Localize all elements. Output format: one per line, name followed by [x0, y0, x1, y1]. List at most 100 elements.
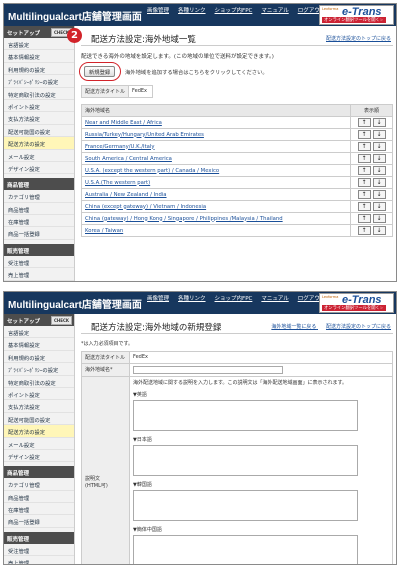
- new-register-note: 海外地域を追加する場合はこちらをクリックしてください。: [125, 70, 268, 76]
- lang-label-english: ▼英語: [133, 392, 147, 398]
- move-up-button[interactable]: ↑: [357, 226, 371, 235]
- move-up-button[interactable]: ↑: [357, 214, 371, 223]
- sidebar-item-design[interactable]: デザイン設定: [4, 450, 74, 463]
- region-name-link[interactable]: China (except gateway) / Vietnam / Indon…: [81, 200, 351, 213]
- region-name-link[interactable]: Australia / New Zealand / India: [81, 188, 351, 201]
- move-down-button[interactable]: ↓: [372, 142, 386, 151]
- order-controls: ↑ ↓: [350, 188, 393, 201]
- sidebar-item-ship-countries[interactable]: 配送可能国の設定: [4, 125, 74, 138]
- sidebar-item-payment[interactable]: 支払方法設定: [4, 400, 74, 413]
- region-name-link[interactable]: Korea / Taiwan: [81, 224, 351, 237]
- sidebar-item-language[interactable]: 言語設定: [4, 38, 74, 51]
- nav-shop-fpc[interactable]: ショップ内FPC: [215, 6, 253, 14]
- nav-shop-fpc-2[interactable]: ショップ内FPC: [215, 294, 253, 302]
- region-name-link[interactable]: U.S.A. (except the western part) / Canad…: [81, 164, 351, 177]
- app-header-2: Multilingualcart店舗管理画面 画像管理 各種リンク ショップ内F…: [4, 292, 396, 314]
- sidebar-item-mail[interactable]: メール設定: [4, 150, 74, 162]
- move-up-button[interactable]: ↑: [357, 202, 371, 211]
- sidebar-section-products: 商品管理: [4, 466, 74, 479]
- move-down-button[interactable]: ↓: [372, 214, 386, 223]
- move-down-button[interactable]: ↓: [372, 178, 386, 187]
- region-name-link[interactable]: Near and Middle East / Africa: [81, 116, 351, 129]
- description-japanese-textarea[interactable]: [133, 445, 359, 476]
- region-name-link[interactable]: France/Germany/U.K./Italy: [81, 140, 351, 153]
- nav-manual[interactable]: マニュアル: [261, 6, 288, 14]
- move-up-button[interactable]: ↑: [357, 154, 371, 163]
- sidebar-item-terms[interactable]: 利用規約の設定: [4, 351, 74, 364]
- move-up-button[interactable]: ↑: [357, 118, 371, 127]
- etrans-banner-2[interactable]: Lexforma e-Trans オンライン翻訳ツールを開く☞: [319, 293, 394, 313]
- sidebar-item-sales[interactable]: 売上管理: [4, 556, 74, 564]
- order-controls: ↑ ↓: [350, 128, 393, 141]
- move-down-button[interactable]: ↓: [372, 226, 386, 235]
- back-to-list-link[interactable]: 海外地域一覧に戻る: [271, 324, 316, 330]
- sidebar-item-language[interactable]: 言語設定: [4, 326, 74, 339]
- region-name-cell: [129, 363, 393, 377]
- sidebar-item-ship-countries[interactable]: 配送可能国の設定: [4, 413, 74, 426]
- region-name-link[interactable]: Russia/Turkey/Hungary/United Arab Emirat…: [81, 128, 351, 141]
- table-row: U.S.A. (except the western part) / Canad…: [81, 164, 393, 177]
- move-down-button[interactable]: ↓: [372, 202, 386, 211]
- sidebar-item-products[interactable]: 商品管理: [4, 491, 74, 504]
- sidebar-item-commerce-law[interactable]: 特定商取引法の設定: [4, 88, 74, 100]
- sidebar-item-points[interactable]: ポイント設定: [4, 100, 74, 113]
- table-row: Australia / New Zealand / India ↑ ↓: [81, 188, 393, 201]
- sidebar-item-bulk-register[interactable]: 商品一括登録: [4, 227, 74, 240]
- sidebar-item-stock[interactable]: 在庫管理: [4, 215, 74, 228]
- nav-image-manage[interactable]: 画像管理: [147, 6, 169, 14]
- sidebar-item-stock[interactable]: 在庫管理: [4, 503, 74, 516]
- sidebar-item-sales[interactable]: 売上管理: [4, 268, 74, 281]
- sidebar-item-payment[interactable]: 支払方法設定: [4, 112, 74, 125]
- nav-links[interactable]: 各種リンク: [178, 6, 206, 14]
- nav-image-manage-2[interactable]: 画像管理: [147, 294, 169, 302]
- sidebar-item-mail[interactable]: メール設定: [4, 438, 74, 450]
- back-to-top-link-2[interactable]: 配送方法設定のトップに戻る: [326, 324, 391, 330]
- sidebar-item-orders[interactable]: 受注管理: [4, 544, 74, 557]
- region-name-link[interactable]: China (gateway) / Hong Kong / Singapore …: [81, 212, 351, 225]
- region-name-link[interactable]: South America / Central America: [81, 152, 351, 165]
- sidebar-item-shipping-method[interactable]: 配送方法の設定: [4, 425, 74, 438]
- back-to-top-link[interactable]: 配送方法設定のトップに戻る: [326, 36, 391, 42]
- sidebar-item-category[interactable]: カテゴリ管理: [4, 190, 74, 203]
- move-down-button[interactable]: ↓: [372, 130, 386, 139]
- description-english-textarea[interactable]: [133, 400, 359, 431]
- description-korean-textarea[interactable]: [133, 490, 359, 521]
- move-down-button[interactable]: ↓: [372, 166, 386, 175]
- sidebar-item-commerce-law[interactable]: 特定商取引法の設定: [4, 376, 74, 388]
- move-down-button[interactable]: ↓: [372, 190, 386, 199]
- region-name-link[interactable]: U.S.A.(The western part): [81, 176, 351, 189]
- move-up-button[interactable]: ↑: [357, 178, 371, 187]
- etrans-open-link-2[interactable]: オンライン翻訳ツールを開く☞: [322, 305, 386, 311]
- sidebar-item-basic-info[interactable]: 基本情報設定: [4, 50, 74, 63]
- etrans-open-link[interactable]: オンライン翻訳ツールを開く☞: [322, 17, 386, 23]
- app-logo[interactable]: Multilingualcart店舗管理画面: [8, 8, 142, 23]
- nav-manual-2[interactable]: マニュアル: [261, 294, 288, 302]
- move-up-button[interactable]: ↑: [357, 166, 371, 175]
- new-register-button[interactable]: 新規登録: [84, 66, 116, 77]
- etrans-banner[interactable]: Lexforma e-Trans オンライン翻訳ツールを開く☞: [319, 5, 394, 25]
- move-down-button[interactable]: ↓: [372, 118, 386, 127]
- move-up-button[interactable]: ↑: [357, 130, 371, 139]
- sidebar-item-terms[interactable]: 利用規約の設定: [4, 63, 74, 76]
- move-down-button[interactable]: ↓: [372, 154, 386, 163]
- sidebar-section-sales: 販売管理: [4, 531, 74, 544]
- sidebar-item-privacy[interactable]: ﾌﾟﾗｲﾊﾞｼｰﾎﾟﾘｼｰの設定: [4, 75, 74, 88]
- sidebar-item-points[interactable]: ポイント設定: [4, 388, 74, 401]
- region-name-input[interactable]: [133, 366, 283, 374]
- check-button-2[interactable]: CHECK: [50, 316, 72, 325]
- sidebar-item-shipping-method[interactable]: 配送方法の設定: [4, 137, 74, 150]
- sidebar-item-basic-info[interactable]: 基本情報設定: [4, 338, 74, 351]
- move-up-button[interactable]: ↑: [357, 190, 371, 199]
- sidebar-item-products[interactable]: 商品管理: [4, 203, 74, 216]
- sidebar-item-design[interactable]: デザイン設定: [4, 162, 74, 175]
- sidebar-item-privacy[interactable]: ﾌﾟﾗｲﾊﾞｼｰﾎﾟﾘｼｰの設定: [4, 363, 74, 376]
- description-chinese-textarea[interactable]: [133, 535, 359, 564]
- sidebar-item-orders[interactable]: 受注管理: [4, 256, 74, 269]
- app-logo-2[interactable]: Multilingualcart店舗管理画面: [8, 296, 142, 311]
- order-controls: ↑ ↓: [350, 176, 393, 189]
- move-up-button[interactable]: ↑: [357, 142, 371, 151]
- sidebar-item-bulk-register[interactable]: 商品一括登録: [4, 515, 74, 528]
- column-region-name: 海外地域名: [81, 104, 351, 117]
- nav-links-2[interactable]: 各種リンク: [178, 294, 206, 302]
- sidebar-item-category[interactable]: カテゴリ管理: [4, 478, 74, 491]
